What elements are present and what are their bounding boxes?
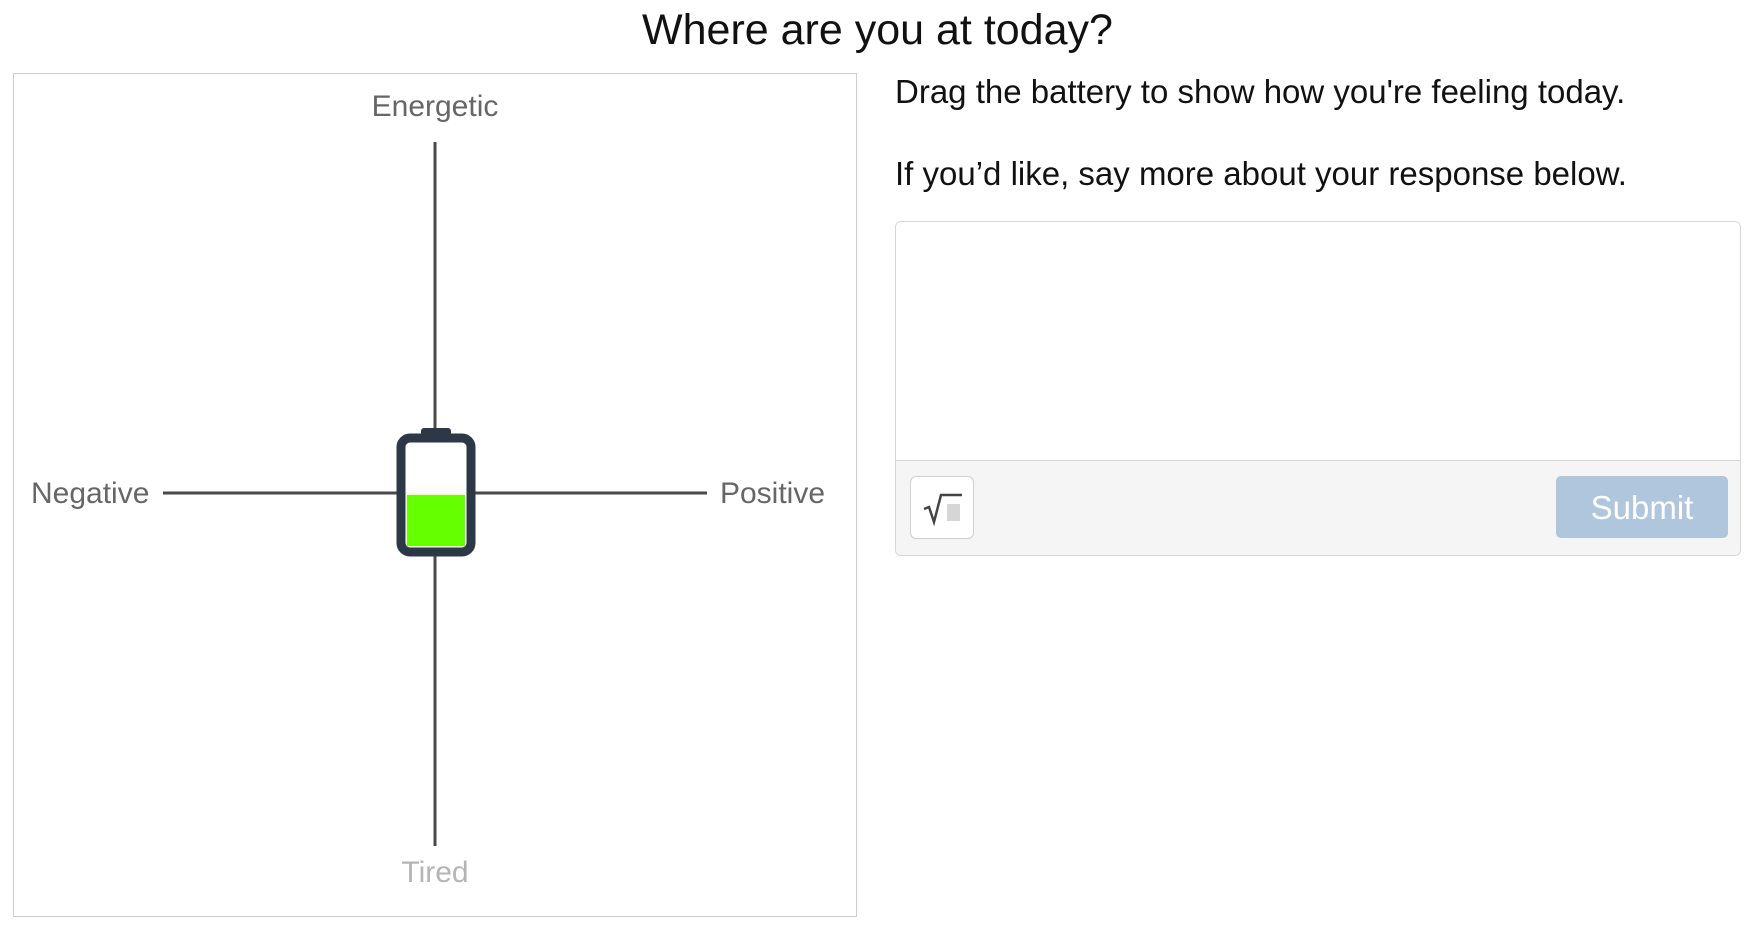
response-instructions: If you’d like, say more about your respo… [895, 155, 1627, 192]
response-textarea[interactable] [896, 222, 1740, 460]
axis-label-positive: Positive [720, 477, 825, 510]
math-input-button[interactable] [910, 476, 974, 539]
mood-graph: Energetic Tired Negative Positive [13, 73, 857, 917]
mood-graph-canvas: Energetic Tired Negative Positive [31, 90, 825, 889]
battery-charge-fill [407, 495, 465, 546]
response-editor: Submit [895, 221, 1741, 556]
response-toolbar: Submit [896, 460, 1740, 555]
axis-label-tired: Tired [401, 856, 468, 889]
page: Where are you at today? Energetic Tired … [0, 0, 1755, 932]
page-title: Where are you at today? [642, 6, 1113, 54]
drag-instructions: Drag the battery to show how you're feel… [895, 73, 1626, 110]
square-root-icon [923, 493, 962, 526]
axis-label-energetic: Energetic [372, 90, 499, 123]
battery-handle[interactable] [396, 428, 476, 557]
axis-label-negative: Negative [31, 477, 149, 510]
submit-button[interactable]: Submit [1556, 476, 1728, 538]
